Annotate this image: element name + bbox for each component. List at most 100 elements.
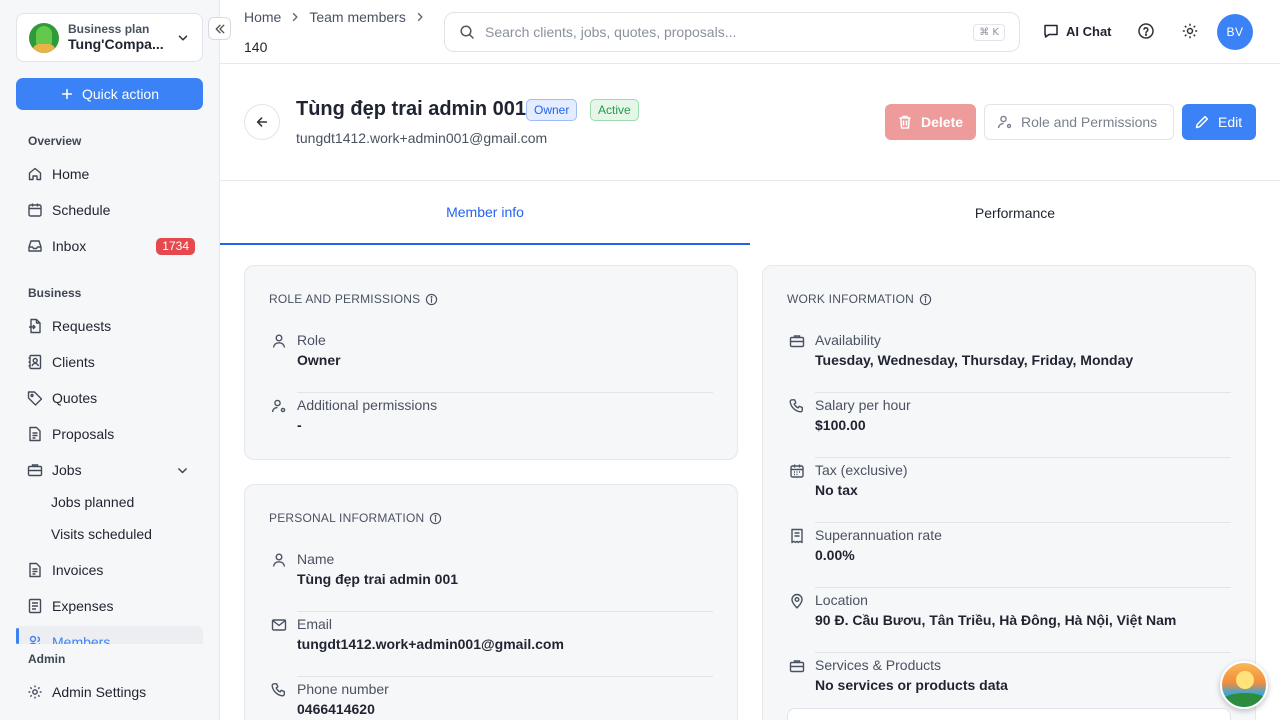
sidebar-item-proposals[interactable]: Proposals — [16, 418, 203, 450]
help-icon[interactable] — [1137, 22, 1155, 40]
chat-icon — [1044, 24, 1058, 38]
chevron-down-icon[interactable] — [176, 464, 189, 477]
collapse-sidebar-button[interactable] — [208, 17, 231, 40]
sidebar-item-label: Schedule — [52, 202, 111, 218]
availability-label: Availability — [815, 332, 881, 348]
sidebar-item-home[interactable]: Home — [16, 158, 203, 190]
location-row: Location 90 Đ. Cầu Bươu, Tân Triều, Hà Đ… — [787, 588, 1231, 653]
breadcrumb-home[interactable]: Home — [244, 9, 281, 25]
search-bar[interactable]: ⌘ K — [444, 12, 1020, 52]
chevron-right-icon — [417, 12, 423, 22]
sidebar-item-label: Quotes — [52, 390, 98, 406]
phone-icon — [789, 399, 804, 413]
tax-row: Tax (exclusive) No tax — [787, 458, 1231, 523]
sidebar-item-requests[interactable]: Requests — [16, 310, 203, 342]
sidebar-item-label: Members — [52, 634, 111, 644]
services-label: Services & Products — [815, 657, 942, 673]
delete-button[interactable]: Delete — [885, 104, 976, 140]
permissions-label: Additional permissions — [297, 397, 438, 413]
info-icon[interactable] — [425, 293, 438, 306]
card-title: WORK INFORMATION — [787, 292, 932, 306]
document-icon — [29, 426, 41, 442]
arrow-left-icon — [256, 117, 268, 127]
sidebar-item-label: Expenses — [52, 598, 114, 614]
sidebar-item-clients[interactable]: Clients — [16, 346, 203, 378]
invoice-icon — [29, 562, 41, 578]
personal-info-card: PERSONAL INFORMATION Name Tùng đẹp trai … — [244, 484, 738, 720]
sidebar-item-visits-scheduled[interactable]: Visits scheduled — [51, 526, 152, 542]
info-icon[interactable] — [919, 293, 932, 306]
sidebar-item-expenses[interactable]: Expenses — [16, 590, 203, 622]
sidebar-item-invoices[interactable]: Invoices — [16, 554, 203, 586]
sidebar-item-members[interactable]: Members — [16, 626, 203, 644]
email-label: Email — [297, 616, 333, 632]
sidebar-item-quotes[interactable]: Quotes — [16, 382, 203, 414]
card-title-text: ROLE AND PERMISSIONS — [269, 292, 421, 306]
briefcase-icon — [789, 335, 805, 348]
sidebar-item-schedule[interactable]: Schedule — [16, 194, 203, 226]
role-value: Owner — [297, 352, 341, 368]
info-icon[interactable] — [429, 512, 442, 525]
permissions-row: Additional permissions - — [269, 393, 713, 458]
ai-chat-button[interactable]: AI Chat — [1043, 23, 1112, 39]
sidebar-item-inbox[interactable]: Inbox 1734 — [16, 230, 203, 262]
sidebar-item-label: Invoices — [52, 562, 104, 578]
receipt-icon — [28, 598, 42, 614]
services-list-box — [787, 708, 1231, 720]
contacts-icon — [28, 354, 42, 370]
sidebar-item-label: Requests — [52, 318, 112, 334]
search-input[interactable] — [485, 24, 964, 40]
sidebar-item-label: Inbox — [52, 238, 87, 254]
services-value: No services or products data — [815, 677, 1008, 693]
search-shortcut: ⌘ K — [973, 23, 1005, 41]
active-indicator — [16, 628, 19, 644]
company-switcher[interactable]: Business plan Tung'Compa... — [16, 13, 203, 62]
role-row: Role Owner — [269, 328, 713, 393]
role-permissions-label: Role and Permissions — [1021, 114, 1158, 130]
company-name: Tung'Compa... — [68, 36, 164, 53]
user-avatar[interactable]: BV — [1217, 14, 1253, 50]
card-title: PERSONAL INFORMATION — [269, 511, 442, 525]
role-badge: Owner — [526, 99, 578, 121]
name-value: Tùng đẹp trai admin 001 — [297, 571, 459, 587]
breadcrumb-team-members[interactable]: Team members — [309, 9, 405, 25]
sidebar-item-jobs[interactable]: Jobs — [16, 454, 203, 486]
edit-label: Edit — [1218, 114, 1243, 130]
search-icon — [460, 25, 474, 39]
inbox-icon — [28, 240, 42, 252]
user-icon — [272, 334, 286, 348]
request-icon — [29, 318, 41, 334]
calendar-icon — [28, 203, 42, 217]
name-label: Name — [297, 551, 335, 567]
delete-label: Delete — [921, 114, 964, 130]
sidebar-item-admin-settings[interactable]: Admin Settings — [16, 676, 203, 708]
email-value: tungdt1412.work+admin001@gmail.com — [297, 636, 564, 652]
card-title-text: PERSONAL INFORMATION — [269, 511, 425, 525]
superannuation-row: Superannuation rate 0.00% — [787, 523, 1231, 588]
phone-icon — [271, 683, 286, 697]
availability-row: Availability Tuesday, Wednesday, Thursda… — [787, 328, 1231, 393]
superannuation-value: 0.00% — [815, 547, 855, 563]
tax-value: No tax — [815, 482, 858, 498]
users-icon — [29, 635, 41, 644]
phone-value: 0466414620 — [297, 701, 375, 717]
back-button[interactable] — [244, 104, 280, 140]
gear-icon — [28, 685, 42, 699]
page-title: Tùng đẹp trai admin 001 — [296, 98, 527, 120]
edit-button[interactable]: Edit — [1182, 104, 1256, 140]
tab-member-info[interactable]: Member info — [220, 181, 750, 245]
card-title-text: WORK INFORMATION — [787, 292, 914, 306]
status-badge: Active — [590, 99, 639, 121]
name-row: Name Tùng đẹp trai admin 001 — [269, 547, 713, 612]
inbox-count-badge: 1734 — [156, 238, 195, 255]
settings-icon[interactable] — [1181, 22, 1199, 40]
company-plan: Business plan — [68, 21, 150, 36]
assistant-launcher-button[interactable] — [1220, 661, 1268, 709]
quick-action-button[interactable]: Quick action — [16, 78, 203, 110]
ai-chat-label: AI Chat — [1066, 23, 1112, 39]
tab-performance[interactable]: Performance — [750, 181, 1280, 245]
sidebar-item-jobs-planned[interactable]: Jobs planned — [51, 494, 134, 510]
sidebar: Business plan Tung'Compa... Quick action… — [0, 0, 220, 720]
member-email: tungdt1412.work+admin001@gmail.com — [296, 130, 548, 146]
role-permissions-button[interactable]: Role and Permissions — [984, 104, 1174, 140]
